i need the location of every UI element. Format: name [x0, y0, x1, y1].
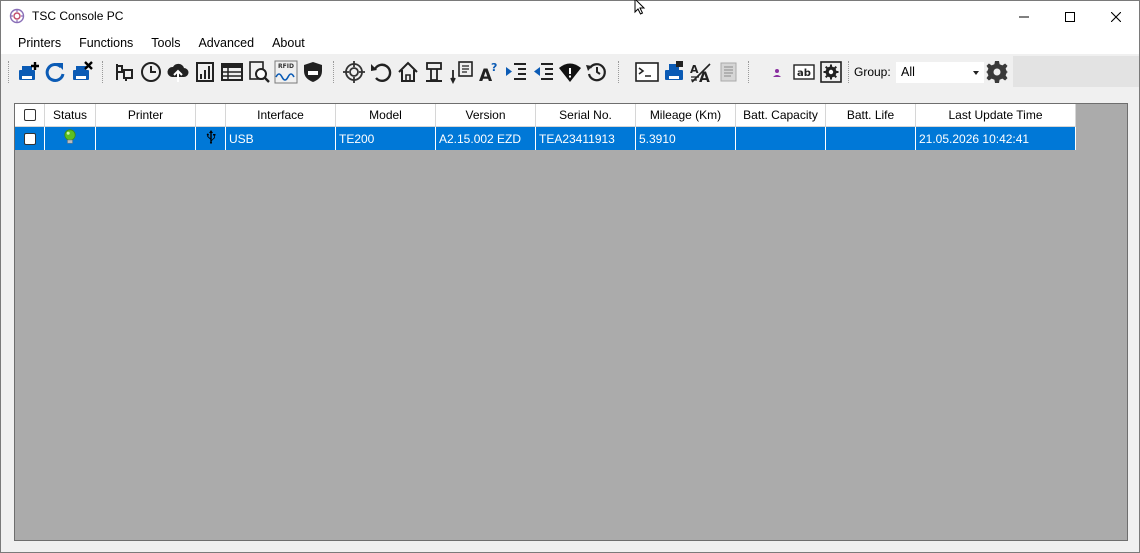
bar-chart-icon[interactable]: [192, 59, 217, 84]
table-icon[interactable]: [219, 59, 244, 84]
header-status[interactable]: Status: [45, 104, 96, 127]
svg-text:A: A: [699, 70, 710, 84]
menu-bar: Printers Functions Tools Advanced About: [1, 32, 1139, 54]
grid-header-row: Status Printer Interface Model Version S…: [15, 104, 1076, 127]
shield-icon[interactable]: [300, 59, 325, 84]
refresh-icon[interactable]: [42, 59, 67, 84]
clock-icon[interactable]: [138, 59, 163, 84]
toolbar: RFID A? A A ab Group: All: [1, 56, 1139, 87]
header-interface[interactable]: Interface: [226, 104, 336, 127]
serial-cell: TEA23411913: [536, 127, 636, 150]
toolbar-strip: RFID A? A A ab Group: All: [7, 57, 1013, 86]
user-icon[interactable]: [764, 59, 789, 84]
mouse-cursor-icon: [634, 0, 648, 15]
home-icon[interactable]: [395, 59, 420, 84]
batt-life-cell: [826, 127, 916, 150]
printer-list-panel[interactable]: Status Printer Interface Model Version S…: [14, 103, 1128, 541]
last-update-cell: 21.05.2026 10:42:41: [916, 127, 1076, 150]
menu-printers[interactable]: Printers: [10, 32, 69, 54]
close-button[interactable]: [1093, 1, 1139, 32]
toolbar-grip: [8, 61, 9, 83]
header-serial[interactable]: Serial No.: [536, 104, 636, 127]
table-row[interactable]: USB TE200 A2.15.002 EZD TEA23411913 5.39…: [15, 127, 1076, 150]
group-select-value: All: [901, 65, 915, 79]
label-icon[interactable]: [715, 59, 740, 84]
menu-tools[interactable]: Tools: [143, 32, 188, 54]
calibrate-icon[interactable]: [449, 59, 474, 84]
printer-config-icon[interactable]: [111, 59, 136, 84]
add-printer-icon[interactable]: [15, 59, 40, 84]
interface-icon-cell: [196, 127, 226, 150]
title-bar[interactable]: TSC Console PC: [1, 1, 1139, 32]
svg-text:?: ?: [491, 61, 497, 74]
chevron-down-icon: [973, 71, 979, 75]
cloud-upload-icon[interactable]: [165, 59, 190, 84]
crosshair-icon[interactable]: [341, 59, 366, 84]
feed-icon[interactable]: [422, 59, 447, 84]
toolbar-separator: [102, 61, 103, 83]
history-icon[interactable]: [584, 59, 609, 84]
toolbar-separator: [748, 61, 749, 83]
minimize-button[interactable]: [1001, 1, 1047, 32]
search-document-icon[interactable]: [246, 59, 271, 84]
svg-text:A: A: [690, 63, 699, 76]
header-select-all[interactable]: [15, 104, 45, 127]
row-checkbox[interactable]: [23, 132, 36, 145]
app-logo-icon: [9, 8, 25, 24]
undo-icon[interactable]: [368, 59, 393, 84]
toolbar-separator: [333, 61, 334, 83]
app-window: TSC Console PC Printers Functions Tools …: [0, 0, 1140, 553]
font-icon[interactable]: A?: [476, 59, 501, 84]
menu-about[interactable]: About: [264, 32, 313, 54]
svg-text:RFID: RFID: [278, 63, 294, 70]
svg-text:ab: ab: [797, 68, 811, 79]
printer-name-cell: [96, 127, 196, 150]
list-outdent-icon[interactable]: [530, 59, 555, 84]
toolbar-empty-area: [1013, 56, 1139, 87]
header-interface-icon[interactable]: [196, 104, 226, 127]
remove-printer-icon[interactable]: [69, 59, 94, 84]
model-cell: TE200: [336, 127, 436, 150]
settings-box-icon[interactable]: [818, 59, 843, 84]
status-bulb-icon: [63, 129, 77, 148]
group-label: Group:: [854, 65, 891, 79]
window-title: TSC Console PC: [32, 9, 124, 23]
group-select[interactable]: All: [896, 62, 984, 83]
usb-icon: [206, 130, 216, 147]
menu-advanced[interactable]: Advanced: [190, 32, 262, 54]
rfid-icon[interactable]: RFID: [273, 59, 298, 84]
header-model[interactable]: Model: [336, 104, 436, 127]
select-all-checkbox[interactable]: [23, 109, 36, 121]
header-last-update[interactable]: Last Update Time: [916, 104, 1076, 127]
version-cell: A2.15.002 EZD: [436, 127, 536, 150]
interface-cell: USB: [226, 127, 336, 150]
row-select-cell[interactable]: [15, 127, 45, 150]
text-resize-icon[interactable]: AA: [688, 59, 713, 84]
gear-icon[interactable]: [984, 59, 1009, 84]
ab-label-icon[interactable]: ab: [791, 59, 816, 84]
header-printer[interactable]: Printer: [96, 104, 196, 127]
toolbar-separator: [848, 61, 849, 83]
header-mileage[interactable]: Mileage (Km): [636, 104, 736, 127]
terminal-icon[interactable]: [634, 59, 659, 84]
wifi-icon[interactable]: [557, 59, 582, 84]
print-queue-icon[interactable]: [661, 59, 686, 84]
list-indent-icon[interactable]: [503, 59, 528, 84]
status-cell: [45, 127, 96, 150]
batt-capacity-cell: [736, 127, 826, 150]
maximize-button[interactable]: [1047, 1, 1093, 32]
header-version[interactable]: Version: [436, 104, 536, 127]
header-batt-capacity[interactable]: Batt. Capacity: [736, 104, 826, 127]
mileage-cell: 5.3910: [636, 127, 736, 150]
menu-functions[interactable]: Functions: [71, 32, 141, 54]
toolbar-separator: [618, 61, 619, 83]
header-batt-life[interactable]: Batt. Life: [826, 104, 916, 127]
